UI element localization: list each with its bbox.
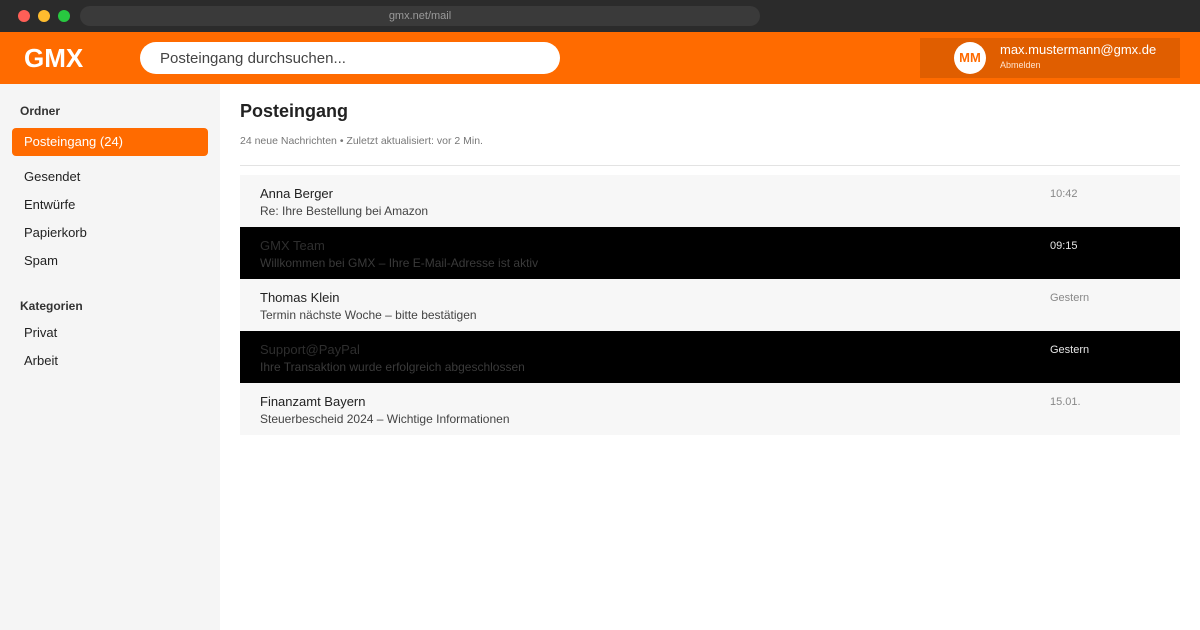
mail-sender: Anna Berger — [260, 186, 333, 201]
minimize-window-button[interactable] — [38, 10, 50, 22]
address-bar[interactable]: gmx.net/mail — [80, 6, 760, 26]
maximize-window-button[interactable] — [58, 10, 70, 22]
sidebar-item-inbox[interactable]: Posteingang (24) — [12, 128, 208, 156]
mail-time: 10:42 — [1050, 188, 1078, 200]
search-input[interactable] — [140, 42, 560, 74]
mail-subject: Steuerbescheid 2024 – Wichtige Informati… — [260, 412, 510, 426]
user-menu[interactable]: MM max.mustermann@gmx.de Abmelden — [920, 38, 1180, 78]
gmx-logo[interactable]: GMX — [24, 42, 83, 74]
sidebar-item-sent[interactable]: Gesendet — [12, 163, 208, 191]
mail-row[interactable]: Anna Berger Re: Ihre Bestellung bei Amaz… — [240, 175, 1180, 227]
mail-row[interactable]: Finanzamt Bayern Steuerbescheid 2024 – W… — [240, 383, 1180, 435]
inbox-status: 24 neue Nachrichten • Zuletzt aktualisie… — [240, 135, 483, 147]
mail-time: Gestern — [1050, 292, 1090, 304]
mail-sender: GMX Team — [260, 238, 325, 253]
mail-sender: Thomas Klein — [260, 290, 340, 305]
sidebar: Ordner Posteingang (24) Gesendet Entwürf… — [0, 84, 220, 630]
mail-time: 09:15 — [1050, 240, 1078, 252]
app-header: GMX MM max.mustermann@gmx.de Abmelden — [0, 32, 1200, 84]
mail-subject: Re: Ihre Bestellung bei Amazon — [260, 204, 429, 218]
mail-time: Gestern — [1050, 344, 1090, 356]
sidebar-item-spam[interactable]: Spam — [12, 247, 208, 275]
mail-sender: Support@PayPal — [260, 342, 360, 357]
mail-row[interactable]: Thomas Klein Termin nächste Woche – bitt… — [240, 279, 1180, 331]
logout-link[interactable]: Abmelden — [1000, 59, 1041, 71]
sidebar-item-work[interactable]: Arbeit — [12, 347, 208, 375]
user-email: max.mustermann@gmx.de — [1000, 42, 1157, 57]
mail-time: 15.01. — [1050, 396, 1081, 408]
mail-subject: Ihre Transaktion wurde erfolgreich abges… — [260, 360, 525, 374]
page-title: Posteingang — [240, 101, 349, 121]
mail-sender: Finanzamt Bayern — [260, 394, 366, 409]
main-content: Posteingang 24 neue Nachrichten • Zuletz… — [220, 84, 1200, 630]
mail-subject: Willkommen bei GMX – Ihre E-Mail-Adresse… — [260, 256, 539, 270]
avatar[interactable]: MM — [954, 42, 986, 74]
categories-heading: Kategorien — [20, 299, 83, 313]
close-window-button[interactable] — [18, 10, 30, 22]
sidebar-item-private[interactable]: Privat — [12, 319, 208, 347]
sidebar-item-trash[interactable]: Papierkorb — [12, 219, 208, 247]
divider — [240, 165, 1180, 166]
folders-heading: Ordner — [20, 104, 61, 118]
mail-row[interactable]: Support@PayPal Ihre Transaktion wurde er… — [240, 331, 1180, 383]
browser-chrome: gmx.net/mail — [0, 0, 1200, 32]
mail-row[interactable]: GMX Team Willkommen bei GMX – Ihre E-Mai… — [240, 227, 1180, 279]
mail-subject: Termin nächste Woche – bitte bestätigen — [260, 308, 477, 322]
sidebar-item-drafts[interactable]: Entwürfe — [12, 191, 208, 219]
